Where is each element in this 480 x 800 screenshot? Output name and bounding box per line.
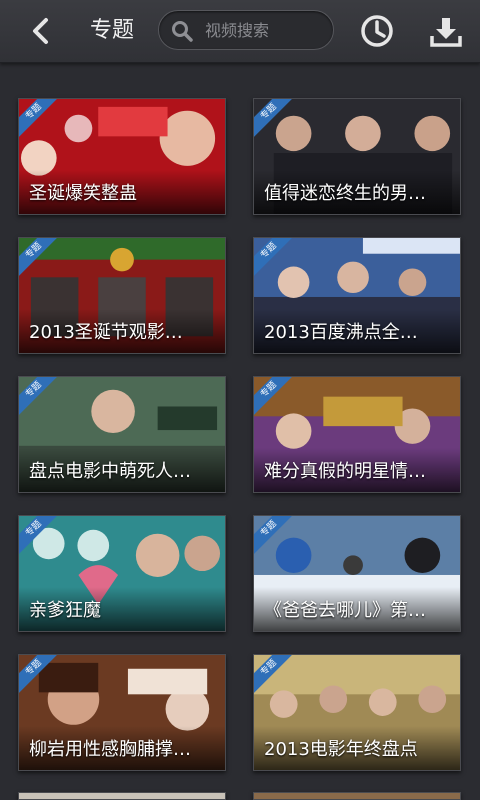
search-placeholder: 视频搜索 [205, 21, 270, 40]
topic-tag: 专题 [254, 655, 300, 701]
topic-card[interactable]: 专题 圣诞爆笑整蛊 [18, 98, 226, 215]
thumbnail-image [19, 793, 225, 799]
topic-card[interactable]: 专题 2013电影年终盘点 [253, 654, 461, 771]
back-button[interactable] [20, 12, 60, 50]
topic-title: 亲爹狂魔 [29, 600, 101, 621]
topic-title: 2013圣诞节观影… [29, 322, 183, 343]
topic-tag: 专题 [254, 516, 300, 562]
topic-card[interactable]: 专题 难分真假的明星情… [253, 376, 461, 493]
topic-tag-label: 专题 [254, 99, 299, 142]
topic-card[interactable]: 专题 2013圣诞节观影… [18, 237, 226, 354]
back-arrow-icon [33, 18, 48, 44]
topic-card[interactable]: 专题 亲爹狂魔 [18, 515, 226, 632]
topic-title: 值得迷恋终生的男… [264, 183, 426, 204]
topic-tag: 专题 [19, 655, 65, 701]
topic-tag: 专题 [254, 238, 300, 284]
top-bar: 专题 视频搜索 [0, 0, 480, 63]
thumbnail-image [254, 793, 460, 799]
topic-title: 难分真假的明星情… [264, 461, 426, 482]
topic-title: 柳岩用性感胸脯撑… [29, 739, 191, 760]
history-button[interactable] [358, 12, 396, 50]
topic-tag: 专题 [19, 238, 65, 284]
topic-tag-label: 专题 [254, 655, 299, 698]
topic-tag: 专题 [19, 377, 65, 423]
topic-tag-label: 专题 [254, 516, 299, 559]
topic-tag: 专题 [254, 99, 300, 145]
topic-card[interactable]: 专题 值得迷恋终生的男… [253, 98, 461, 215]
search-icon [172, 21, 193, 42]
topic-tag-label: 专题 [19, 238, 64, 281]
topic-title: 2013百度沸点全… [264, 322, 418, 343]
topic-title: 2013电影年终盘点 [264, 739, 418, 760]
topic-title: 圣诞爆笑整蛊 [29, 183, 137, 204]
topic-tag-label: 专题 [19, 516, 64, 559]
topic-title: 盘点电影中萌死人… [29, 461, 191, 482]
topic-tag: 专题 [254, 377, 300, 423]
topic-grid: 专题 圣诞爆笑整蛊 专题 值得迷恋终生的男… 专题 2013圣诞节观影… 专题 … [0, 62, 480, 800]
topic-card[interactable]: 专题 《爸爸去哪儿》第… [253, 515, 461, 632]
page-title: 专题 [90, 18, 135, 43]
topic-tag: 专题 [19, 516, 65, 562]
download-icon [430, 18, 462, 47]
topic-tag-label: 专题 [19, 99, 64, 142]
topic-card[interactable]: 专题 盘点电影中萌死人… [18, 376, 226, 493]
topic-tag-label: 专题 [19, 655, 64, 698]
topic-card[interactable] [18, 792, 226, 800]
clock-icon [361, 15, 393, 47]
topic-tag-label: 专题 [254, 238, 299, 281]
topic-card[interactable]: 专题 2013百度沸点全… [253, 237, 461, 354]
topic-card[interactable]: 专题 柳岩用性感胸脯撑… [18, 654, 226, 771]
topic-tag-label: 专题 [19, 377, 64, 420]
topic-title: 《爸爸去哪儿》第… [264, 600, 426, 621]
topic-tag-label: 专题 [254, 377, 299, 420]
topic-tag: 专题 [19, 99, 65, 145]
search-input[interactable]: 视频搜索 [158, 10, 334, 50]
topic-card[interactable] [253, 792, 461, 800]
download-button[interactable] [428, 14, 464, 50]
